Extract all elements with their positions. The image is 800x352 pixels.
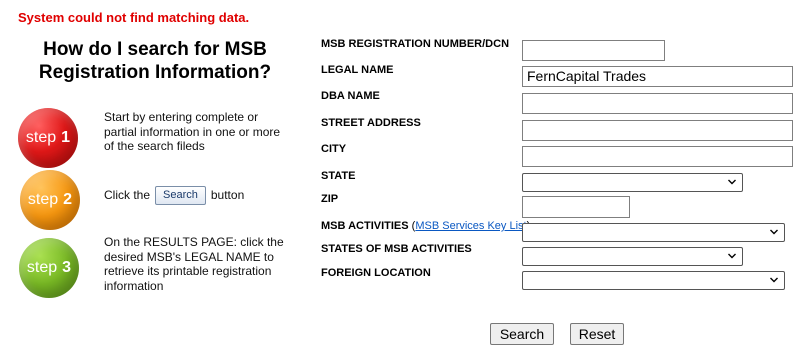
state-select[interactable] — [522, 173, 743, 192]
step-2-number: 2 — [63, 191, 73, 208]
step-2-word: step — [27, 191, 59, 208]
msb-reg-number-label: MSB REGISTRATION NUMBER/DCN — [321, 38, 510, 50]
msb-activities-label-text: MSB ACTIVITIES — [321, 220, 409, 232]
street-address-input[interactable] — [522, 120, 793, 141]
search-button[interactable]: Search — [490, 323, 554, 345]
step-1-badge: step 1 — [18, 108, 78, 168]
step-3-badge: step 3 — [19, 238, 79, 298]
error-message: System could not find matching data. — [18, 10, 250, 25]
inline-search-button-image: Search — [155, 186, 206, 205]
states-of-msb-activities-label: STATES OF MSB ACTIVITIES — [321, 243, 472, 255]
step-1-number: 1 — [61, 129, 71, 146]
chevron-down-icon — [728, 179, 736, 185]
step-3-word: step — [26, 259, 58, 276]
step-1-word: step — [25, 129, 57, 146]
dba-name-label: DBA NAME — [321, 90, 380, 102]
legal-name-label: LEGAL NAME — [321, 64, 394, 76]
msb-activities-label: MSB ACTIVITIES (MSB Services Key List) — [321, 220, 530, 232]
chevron-down-icon — [770, 229, 778, 235]
msb-activities-select[interactable] — [522, 223, 785, 242]
dba-name-input[interactable] — [522, 93, 793, 114]
chevron-down-icon — [728, 253, 736, 259]
step-2-text-after: button — [210, 188, 245, 202]
reset-button[interactable]: Reset — [570, 323, 624, 345]
legal-name-input[interactable]: FernCapital Trades — [522, 66, 793, 87]
step-3-number: 3 — [62, 259, 72, 276]
city-input[interactable] — [522, 146, 793, 167]
state-label: STATE — [321, 170, 356, 182]
states-of-msb-activities-select[interactable] — [522, 247, 743, 266]
step-2-text-before: Click the — [104, 188, 151, 202]
zip-label: ZIP — [321, 193, 339, 205]
foreign-location-select[interactable] — [522, 271, 785, 290]
city-label: CITY — [321, 143, 347, 155]
step-3-text: On the RESULTS PAGE: click the desired M… — [104, 235, 284, 293]
step-1-text: Start by entering complete or partial in… — [104, 110, 281, 153]
street-address-label: STREET ADDRESS — [321, 117, 421, 129]
chevron-down-icon — [770, 277, 778, 283]
step-2-text: Click the Search button — [104, 186, 244, 205]
msb-services-key-list-link[interactable]: MSB Services Key List — [415, 220, 526, 232]
foreign-location-label: FOREIGN LOCATION — [321, 267, 431, 279]
msb-reg-number-input[interactable] — [522, 40, 665, 61]
zip-input[interactable] — [522, 196, 630, 218]
help-heading: How do I search for MSB Registration Inf… — [38, 39, 272, 83]
step-2-badge: step 2 — [20, 170, 80, 230]
